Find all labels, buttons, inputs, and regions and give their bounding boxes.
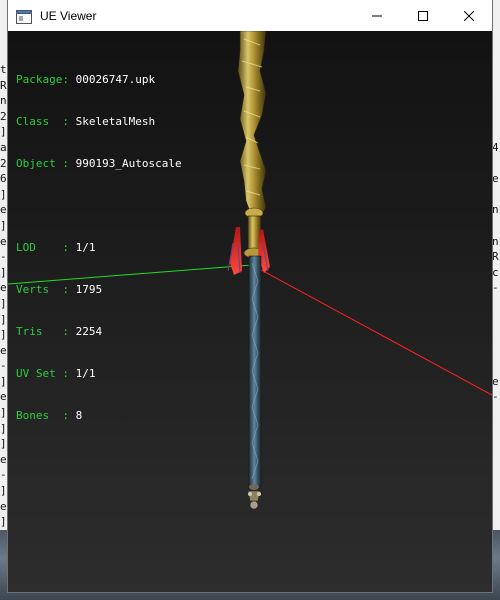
axis-x-line — [251, 264, 492, 396]
maximize-icon — [418, 6, 428, 25]
minimize-icon — [372, 6, 382, 25]
info-object-sep: : — [62, 157, 76, 170]
info-verts-value: 1795 — [75, 283, 103, 296]
mesh-golden-hilt — [237, 31, 267, 259]
info-uvset-sep: : — [62, 367, 76, 380]
info-verts-row: Verts : 1795 — [16, 283, 182, 297]
info-uvset-value: 1/1 — [75, 367, 96, 380]
title-bar[interactable]: UE Viewer — [8, 0, 492, 31]
close-icon — [463, 6, 475, 25]
info-bones-row: Bones : 8 — [16, 409, 182, 423]
minimize-button[interactable] — [354, 0, 400, 31]
background-console-text-left: t R n 2 ] a 2 6 ] e ] e - ] e ] ] ] e - … — [0, 63, 7, 544]
close-button[interactable] — [446, 0, 492, 31]
info-verts-sep: : — [62, 283, 76, 296]
info-class-value: SkeletalMesh — [75, 115, 156, 128]
3d-viewport[interactable]: Package: 00026747.upk Class : SkeletalMe… — [8, 31, 492, 592]
info-bones-sep: : — [62, 409, 76, 422]
info-tris-row: Tris : 2254 — [16, 325, 182, 339]
background-console-text-right: 4 e n n R c - e - s - — [492, 140, 499, 575]
info-package-value: 00026747.upk — [75, 73, 156, 86]
info-class-row: Class : SkeletalMesh — [16, 115, 182, 129]
mesh-pommel — [247, 484, 261, 510]
info-package-sep: : — [62, 73, 76, 86]
info-lod-label: LOD — [16, 241, 63, 254]
info-object-label: Object — [16, 157, 63, 170]
info-lod-value: 1/1 — [75, 241, 96, 254]
info-uvset-row: UV Set : 1/1 — [16, 367, 182, 381]
info-package-label: Package — [16, 73, 63, 86]
info-package-row: Package: 00026747.upk — [16, 73, 182, 87]
mesh-blade-shaft — [248, 255, 262, 487]
info-bones-value: 8 — [75, 409, 83, 422]
info-bones-label: Bones — [16, 409, 63, 422]
info-object-value: 990193_Autoscale — [75, 157, 182, 170]
info-verts-label: Verts — [16, 283, 63, 296]
window-title: UE Viewer — [40, 8, 97, 23]
info-tris-sep: : — [62, 325, 76, 338]
info-object-row: Object : 990193_Autoscale — [16, 157, 182, 171]
info-lod-sep: : — [62, 241, 76, 254]
background-console-left: t R n 2 ] a 2 6 ] e ] e - ] e ] ] ] e - … — [0, 0, 8, 600]
info-class-sep: : — [62, 115, 76, 128]
ue-viewer-window: UE Viewer Package: 00026747.upk Class: … — [8, 0, 492, 592]
app-window-icon — [16, 9, 32, 24]
info-spacer — [16, 199, 182, 213]
info-tris-value: 2254 — [75, 325, 103, 338]
info-uvset-label: UV Set — [16, 367, 63, 380]
mesh-info-overlay: Package: 00026747.upk Class : SkeletalMe… — [16, 45, 182, 451]
info-lod-row: LOD : 1/1 — [16, 241, 182, 255]
info-class-label: Class — [16, 115, 63, 128]
maximize-button[interactable] — [400, 0, 446, 31]
info-tris-label: Tris — [16, 325, 63, 338]
background-console-right: 4 e n n R c - e - s - — [492, 0, 500, 600]
